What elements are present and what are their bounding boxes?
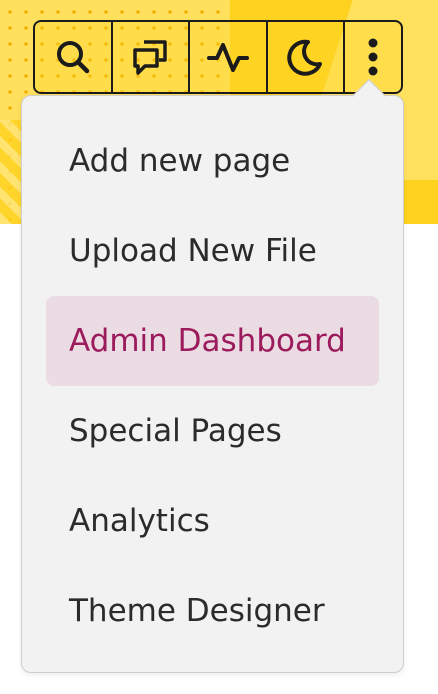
page: Add new page Upload New File Admin Dashb… xyxy=(0,0,438,694)
more-actions-menu: Add new page Upload New File Admin Dashb… xyxy=(21,95,404,673)
menu-item-special-pages[interactable]: Special Pages xyxy=(46,386,379,476)
page-toolbar xyxy=(33,20,403,94)
search-button[interactable] xyxy=(35,22,113,92)
dark-mode-button[interactable] xyxy=(268,22,345,92)
menu-item-theme-designer[interactable]: Theme Designer xyxy=(46,566,379,656)
search-icon xyxy=(53,37,93,77)
recent-activity-button[interactable] xyxy=(190,22,268,92)
menu-item-analytics[interactable]: Analytics xyxy=(46,476,379,566)
discussion-icon xyxy=(129,36,171,78)
menu-item-admin-dashboard[interactable]: Admin Dashboard xyxy=(46,296,379,386)
moon-icon xyxy=(285,37,325,77)
more-vertical-icon xyxy=(365,35,381,79)
discussions-button[interactable] xyxy=(113,22,190,92)
more-actions-button[interactable] xyxy=(345,22,401,92)
menu-item-upload-new-file[interactable]: Upload New File xyxy=(46,206,379,296)
menu-item-add-new-page[interactable]: Add new page xyxy=(46,116,379,206)
activity-icon xyxy=(206,37,250,77)
